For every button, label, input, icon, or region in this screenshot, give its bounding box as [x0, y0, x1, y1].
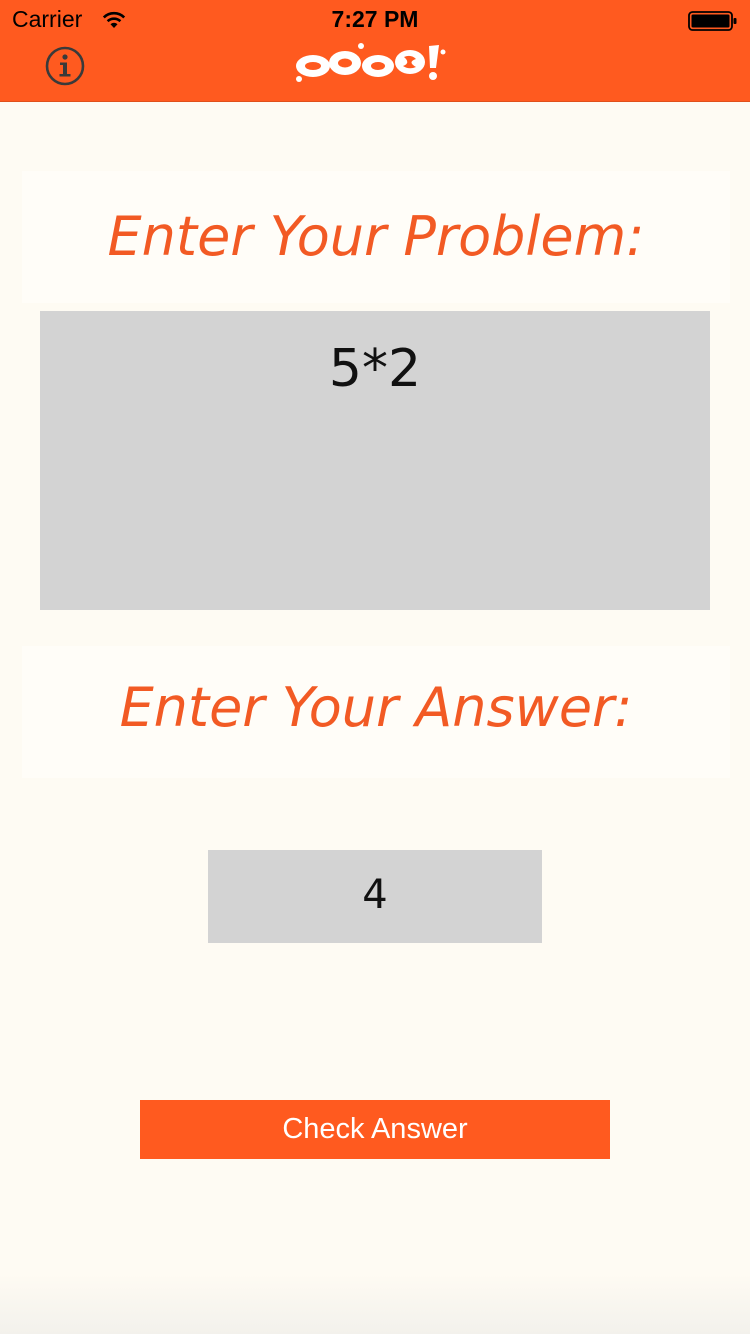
navigation-bar: Carrier 7:27 PM	[0, 0, 750, 102]
oops-logo	[296, 43, 446, 82]
battery-full-icon	[688, 11, 737, 31]
bottom-shade	[0, 1274, 750, 1334]
answer-input-value: 4	[362, 872, 388, 918]
info-icon	[45, 46, 85, 86]
problem-input-value: 5*2	[328, 339, 422, 399]
status-bar: Carrier 7:27 PM	[0, 0, 750, 40]
check-answer-button[interactable]: Check Answer	[140, 1100, 610, 1159]
problem-input[interactable]: 5*2	[40, 311, 710, 610]
answer-input[interactable]: 4	[208, 850, 542, 943]
status-time: 7:27 PM	[331, 6, 419, 32]
answer-label-panel: Enter Your Answer:	[22, 646, 730, 778]
problem-label-panel: Enter Your Problem:	[22, 171, 730, 303]
problem-label: Enter Your Problem:	[107, 205, 645, 268]
answer-label: Enter Your Answer:	[119, 676, 633, 739]
info-button[interactable]	[45, 46, 85, 86]
